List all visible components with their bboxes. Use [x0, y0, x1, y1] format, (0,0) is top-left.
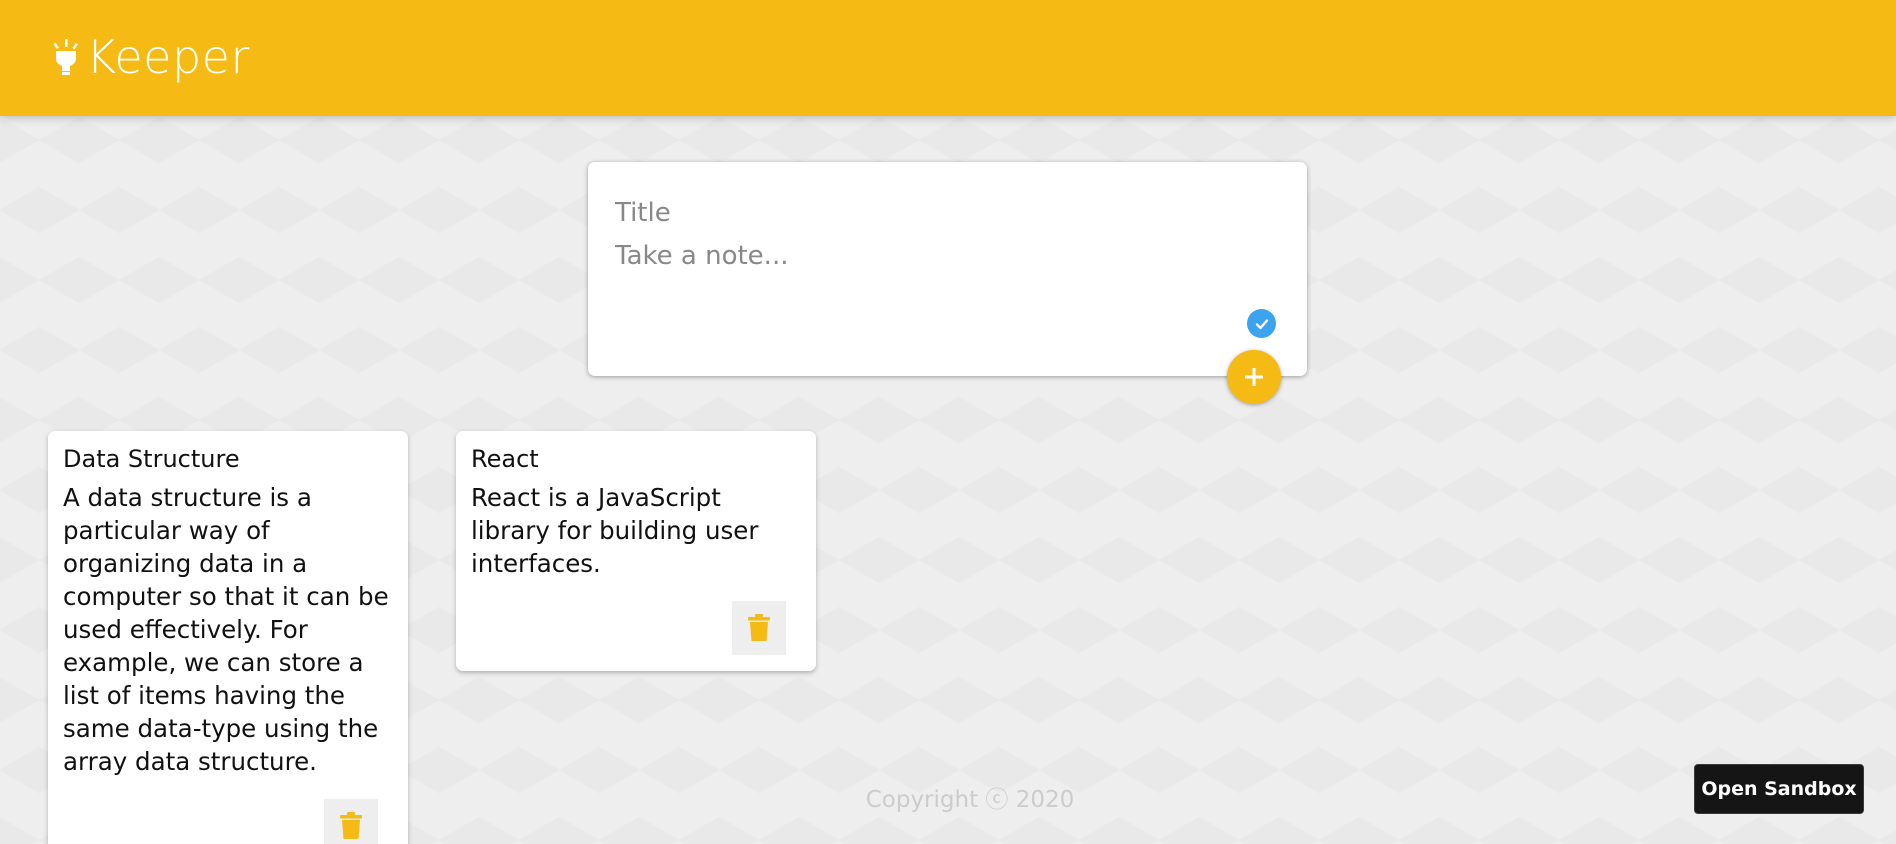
open-sandbox-button[interactable]: Open Sandbox [1694, 764, 1864, 814]
trash-icon [748, 614, 770, 642]
note-title-input[interactable] [615, 193, 1275, 233]
trash-icon [340, 812, 362, 840]
app-header: Keeper [0, 0, 1896, 116]
note-content: React is a JavaScript library for buildi… [471, 483, 767, 578]
delete-note-button[interactable] [732, 601, 786, 655]
note-content-input[interactable] [615, 241, 1275, 321]
create-note-form [588, 162, 1307, 376]
note-content: A data structure is a particular way of … [63, 483, 397, 776]
app-title: Keeper [86, 30, 250, 84]
note-title: Data Structure [63, 445, 240, 473]
app-logo: Keeper [52, 30, 250, 84]
lightbulb-icon [52, 37, 80, 77]
plus-icon [1241, 364, 1267, 390]
note-card: React React is a JavaScript library for … [456, 431, 816, 671]
add-note-button[interactable] [1227, 350, 1281, 404]
footer-copyright: Copyright ⓒ 2020 [865, 787, 1075, 813]
note-title: React [471, 445, 539, 473]
check-circle-icon [1247, 309, 1276, 338]
